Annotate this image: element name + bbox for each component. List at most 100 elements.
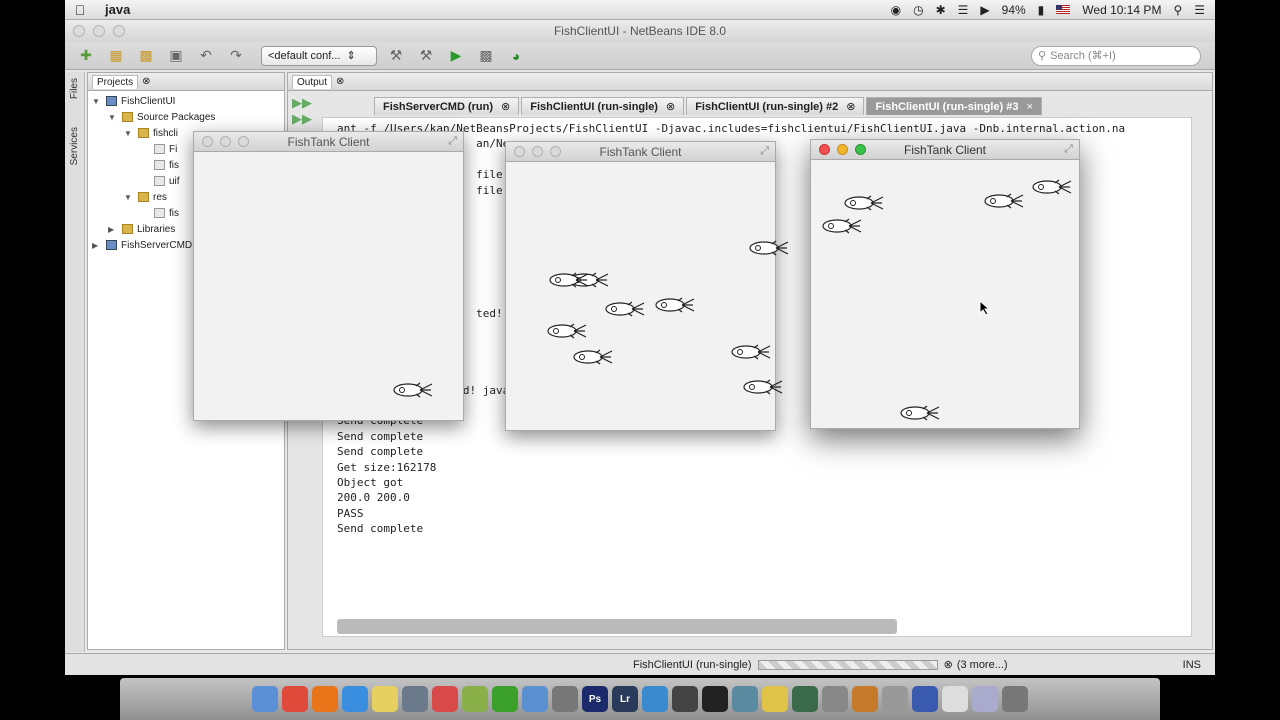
time-machine-icon[interactable]: ◷ bbox=[913, 3, 923, 17]
running-task-label[interactable]: FishClientUI (run-single) bbox=[633, 659, 752, 671]
zoom-window-button[interactable] bbox=[113, 25, 125, 37]
input-source-flag-icon[interactable] bbox=[1056, 5, 1071, 14]
fish-icon[interactable] bbox=[746, 240, 790, 256]
output-run-tab[interactable]: FishClientUI (run-single) #3 × bbox=[866, 97, 1042, 115]
side-tab-files[interactable]: Files bbox=[69, 78, 80, 99]
notification-center-icon[interactable]: ☰ bbox=[1194, 3, 1205, 17]
dock-app-archive-icon[interactable] bbox=[822, 686, 848, 712]
dock-app-ps-icon[interactable]: Ps bbox=[582, 686, 608, 712]
close-window-button[interactable] bbox=[73, 25, 85, 37]
close-icon[interactable]: ⊗ bbox=[666, 100, 675, 113]
rerun-with-args-icon[interactable]: ▶▶ bbox=[292, 111, 312, 127]
app-menu-name[interactable]: java bbox=[105, 2, 130, 17]
spotlight-icon[interactable]: ⚲ bbox=[1173, 3, 1182, 17]
side-tab-services[interactable]: Services bbox=[69, 127, 80, 165]
dock-app-lr-icon[interactable]: Lr bbox=[612, 686, 638, 712]
horizontal-scrollbar[interactable] bbox=[337, 618, 897, 634]
dock-app-launchpad-icon[interactable] bbox=[402, 686, 428, 712]
fish-icon[interactable] bbox=[819, 218, 863, 234]
clean-build-icon[interactable]: ⚒ bbox=[415, 45, 437, 67]
fish-icon[interactable] bbox=[544, 323, 588, 339]
dock-app-terminal-icon[interactable] bbox=[702, 686, 728, 712]
fishtank-title-bar[interactable]: FishTank Client ⤢ bbox=[194, 132, 463, 152]
fish-icon[interactable] bbox=[546, 272, 590, 288]
save-all-button[interactable]: ▣ bbox=[165, 45, 187, 67]
battery-icon[interactable]: ▮ bbox=[1038, 3, 1045, 17]
fish-icon[interactable] bbox=[841, 195, 885, 211]
expand-triangle-icon[interactable]: ▶ bbox=[108, 225, 118, 234]
close-icon[interactable]: ⊗ bbox=[501, 100, 510, 113]
build-hammer-icon[interactable]: ⚒ bbox=[385, 45, 407, 67]
dock-app-trash-icon[interactable] bbox=[1002, 686, 1028, 712]
expand-triangle-icon[interactable]: ▼ bbox=[92, 97, 102, 106]
fullscreen-icon[interactable]: ⤢ bbox=[448, 135, 457, 148]
new-project-button[interactable]: ▦ bbox=[105, 45, 127, 67]
close-icon[interactable]: ⊗ bbox=[846, 100, 855, 113]
minimize-window-button[interactable] bbox=[93, 25, 105, 37]
more-tasks-link[interactable]: (3 more...) bbox=[957, 659, 1008, 671]
debug-button[interactable]: ▩ bbox=[475, 45, 497, 67]
fish-icon[interactable] bbox=[728, 344, 772, 360]
dock-app-netbeans-icon[interactable] bbox=[912, 686, 938, 712]
fish-icon[interactable] bbox=[740, 379, 784, 395]
dock-app-activity-icon[interactable] bbox=[792, 686, 818, 712]
redo-button[interactable]: ↷ bbox=[225, 45, 247, 67]
dock-app-calendar-icon[interactable] bbox=[432, 686, 458, 712]
tree-item[interactable]: ▼ FishClientUI bbox=[88, 93, 284, 109]
dock-app-screens-icon[interactable] bbox=[672, 686, 698, 712]
expand-triangle-icon[interactable]: ▼ bbox=[124, 129, 134, 138]
projects-tab[interactable]: Projects bbox=[92, 74, 139, 89]
configuration-select[interactable]: <default conf... ⇕ bbox=[261, 45, 377, 66]
dock-app-downloads-icon[interactable] bbox=[972, 686, 998, 712]
output-run-tab[interactable]: FishClientUI (run-single) ⊗ bbox=[521, 97, 685, 115]
fish-icon[interactable] bbox=[897, 405, 941, 421]
dock-app-firefox-icon[interactable] bbox=[312, 686, 338, 712]
dock-app-utorrent-icon[interactable] bbox=[492, 686, 518, 712]
close-icon[interactable]: ⊗ bbox=[142, 76, 150, 87]
rerun-icon[interactable]: ▶▶ bbox=[292, 95, 312, 111]
clock[interactable]: Wed 10:14 PM bbox=[1082, 3, 1161, 17]
dock-app-grab-icon[interactable] bbox=[552, 686, 578, 712]
apple-icon[interactable]:  bbox=[65, 2, 95, 18]
dock-app-stickies-icon[interactable] bbox=[372, 686, 398, 712]
dock-app-mail-icon[interactable] bbox=[732, 686, 758, 712]
tree-item[interactable]: ▼ Source Packages bbox=[88, 109, 284, 125]
fish-icon[interactable] bbox=[981, 193, 1025, 209]
fish-icon[interactable] bbox=[602, 301, 646, 317]
expand-triangle-icon[interactable]: ▼ bbox=[124, 193, 134, 202]
search-field[interactable]: ⚲ Search (⌘+I) bbox=[1031, 45, 1201, 66]
dock-app-virtualbox-icon[interactable] bbox=[522, 686, 548, 712]
output-run-tab[interactable]: FishServerCMD (run) ⊗ bbox=[374, 97, 520, 115]
fish-icon[interactable] bbox=[652, 297, 696, 313]
dock-app-safari-icon[interactable] bbox=[342, 686, 368, 712]
dock-app-finder-icon[interactable] bbox=[252, 686, 278, 712]
fish-icon[interactable] bbox=[570, 349, 614, 365]
dock-app-prefs-icon[interactable] bbox=[882, 686, 908, 712]
close-icon[interactable]: ⊗ bbox=[336, 76, 344, 87]
dock-app-script-icon[interactable] bbox=[852, 686, 878, 712]
dock-app-chrome-icon[interactable] bbox=[282, 686, 308, 712]
fullscreen-icon[interactable]: ⤢ bbox=[760, 145, 769, 158]
dock-app-skype-icon[interactable] bbox=[642, 686, 668, 712]
run-button[interactable]: ▶ bbox=[445, 45, 467, 67]
cancel-task-icon[interactable]: ⊗ bbox=[944, 658, 953, 671]
fish-icon[interactable] bbox=[1029, 179, 1073, 195]
expand-triangle-icon[interactable]: ▶ bbox=[92, 241, 102, 250]
profile-button[interactable]: ◕ bbox=[505, 45, 527, 67]
open-project-button[interactable]: ▩ bbox=[135, 45, 157, 67]
fish-icon[interactable] bbox=[390, 382, 434, 398]
expand-triangle-icon[interactable]: ▼ bbox=[108, 113, 118, 122]
fishtank-title-bar[interactable]: FishTank Client ⤢ bbox=[506, 142, 775, 162]
close-icon[interactable]: × bbox=[1026, 101, 1032, 113]
dock-app-preview-icon[interactable] bbox=[462, 686, 488, 712]
dock-app-notes-icon[interactable] bbox=[762, 686, 788, 712]
bluetooth-icon[interactable]: ✱ bbox=[936, 3, 946, 17]
dock-app-docs-icon[interactable] bbox=[942, 686, 968, 712]
battery-percent[interactable]: 94% bbox=[1002, 3, 1026, 17]
output-tab[interactable]: Output bbox=[292, 74, 333, 89]
undo-button[interactable]: ↶ bbox=[195, 45, 217, 67]
volume-icon[interactable]: ▶ bbox=[980, 3, 989, 17]
output-run-tab[interactable]: FishClientUI (run-single) #2 ⊗ bbox=[686, 97, 865, 115]
fishtank-title-bar[interactable]: FishTank Client ⤢ bbox=[811, 140, 1079, 160]
new-file-button[interactable]: ✚ bbox=[75, 45, 97, 67]
